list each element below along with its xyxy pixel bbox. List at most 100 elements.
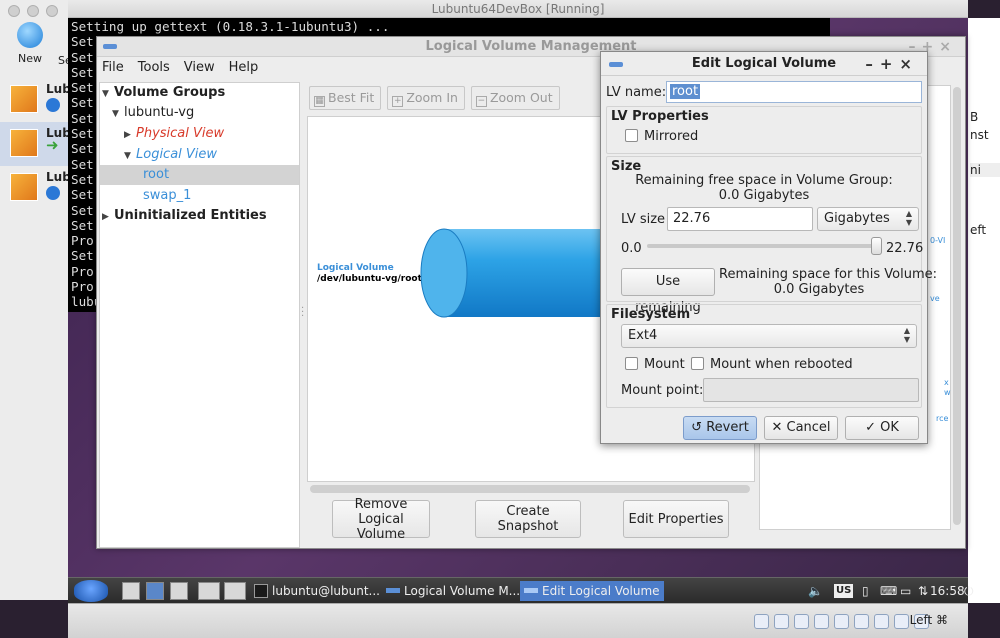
tree-logical-view[interactable]: ▼ Logical View xyxy=(124,147,217,162)
ubuntu-64-icon xyxy=(10,173,38,201)
props-text-fragment: x xyxy=(944,378,949,387)
ubuntu-64-icon xyxy=(10,85,38,113)
remove-logical-volume-button[interactable]: Remove Logical Volume xyxy=(332,497,430,542)
network-adapter-icon[interactable] xyxy=(814,614,829,629)
app-menu-icon[interactable] xyxy=(103,44,117,49)
tree-lv-root[interactable]: root xyxy=(143,167,169,182)
mount-point-input[interactable] xyxy=(703,378,919,402)
running-arrow-icon: ➜ xyxy=(46,136,59,154)
desktop-icon[interactable] xyxy=(170,582,188,600)
collapsed-arrow-icon[interactable]: ▶ xyxy=(102,212,114,222)
window-switcher-icon[interactable] xyxy=(198,582,220,600)
revert-icon: ↺ xyxy=(691,420,703,435)
size-unit-value: Gigabytes xyxy=(824,211,890,226)
ok-button[interactable]: ✓ OK xyxy=(845,416,919,440)
best-fit-icon: ▦ xyxy=(314,96,325,107)
close-icon[interactable]: × xyxy=(899,55,919,73)
taskbar-item-terminal[interactable]: lubuntu@lubunt... xyxy=(254,581,380,601)
usb-icon[interactable] xyxy=(834,614,849,629)
lv-name-label: LV name: xyxy=(606,85,667,100)
size-slider-handle[interactable] xyxy=(870,237,882,255)
minimize-window-button[interactable] xyxy=(27,5,39,17)
display-status-icon[interactable] xyxy=(874,614,889,629)
tree-uninitialized[interactable]: ▶ Uninitialized Entities xyxy=(102,208,267,223)
new-vm-button[interactable]: New xyxy=(10,22,50,65)
close-window-button[interactable] xyxy=(8,5,20,17)
mount-rebooted-checkbox[interactable] xyxy=(691,357,704,370)
mount-rebooted-checkbox-row[interactable]: Mount when rebooted xyxy=(691,357,853,372)
collapsed-arrow-icon[interactable]: ▶ xyxy=(124,130,136,140)
pane-splitter[interactable]: · · · xyxy=(301,304,304,322)
background-host-window: B nst ni eft xyxy=(968,18,1000,603)
revert-button[interactable]: ↺ Revert xyxy=(683,416,757,440)
taskbar-item-lvm[interactable]: Logical Volume M... xyxy=(386,581,520,601)
tree-selection-highlight xyxy=(100,165,299,185)
remove-lv-label: Remove Logical Volume xyxy=(354,496,408,542)
menu-file[interactable]: File xyxy=(102,57,124,79)
mount-checkbox-row[interactable]: Mount xyxy=(625,357,685,372)
best-fit-button[interactable]: ▦ Best Fit xyxy=(309,86,382,110)
filesystem-type-select[interactable]: Ext4 ▲ ▼ xyxy=(621,324,917,348)
optical-drive-icon[interactable] xyxy=(774,614,789,629)
size-unit-select[interactable]: Gigabytes ▲ ▼ xyxy=(817,207,919,231)
zoom-in-button[interactable]: + Zoom In xyxy=(387,86,465,110)
expanded-arrow-icon[interactable]: ▼ xyxy=(102,89,114,99)
clock[interactable]: 16:58 xyxy=(930,581,965,601)
tree-volume-groups[interactable]: ▼ Volume Groups xyxy=(102,85,225,100)
taskbar-item-edit-lv[interactable]: Edit Logical Volume xyxy=(520,581,664,601)
edit-logical-volume-dialog: Edit Logical Volume –+× LV name: root LV… xyxy=(600,51,937,444)
zoom-out-button[interactable]: − Zoom Out xyxy=(470,86,560,110)
tree-vg-lubuntu[interactable]: ▼ lubuntu-vg xyxy=(112,105,194,120)
audio-icon[interactable] xyxy=(794,614,809,629)
video-capture-icon[interactable] xyxy=(894,614,909,629)
cancel-button[interactable]: ✕ Cancel xyxy=(764,416,838,440)
lv-name-input[interactable]: root xyxy=(666,81,922,103)
display-icon[interactable]: ▭ xyxy=(900,581,911,601)
cancel-icon: ✕ xyxy=(771,420,783,435)
size-slider-track[interactable] xyxy=(647,244,879,248)
minimize-icon[interactable]: – xyxy=(865,55,880,73)
show-desktop-icon[interactable] xyxy=(224,582,246,600)
slider-max-label: 22.76 xyxy=(886,241,924,256)
tree-label: Volume Groups xyxy=(114,85,226,100)
keyboard-layout-indicator[interactable]: US xyxy=(834,584,854,598)
remaining-lv-text: Remaining space for this Volume: 0.0 Gig… xyxy=(719,267,937,297)
menu-help[interactable]: Help xyxy=(229,57,259,79)
host-key-indicator: Left ⌘ xyxy=(909,613,948,627)
filesystem-heading: Filesystem xyxy=(611,307,691,322)
use-remaining-button[interactable]: Use remaining xyxy=(621,268,715,315)
new-vm-label: New xyxy=(18,52,42,65)
menu-tools[interactable]: Tools xyxy=(138,57,170,79)
lv-size-input[interactable]: 22.76 xyxy=(667,207,813,231)
mirrored-checkbox[interactable] xyxy=(625,129,638,142)
close-icon[interactable]: × xyxy=(939,39,957,55)
shared-folders-icon[interactable] xyxy=(854,614,869,629)
hard-disk-icon[interactable] xyxy=(754,614,769,629)
canvas-horizontal-scrollbar[interactable] xyxy=(310,485,750,493)
expanded-arrow-icon[interactable]: ▼ xyxy=(112,109,124,119)
menu-view[interactable]: View xyxy=(184,57,215,79)
zoom-window-button[interactable] xyxy=(46,5,58,17)
maximize-icon[interactable]: + xyxy=(880,55,900,73)
expanded-arrow-icon[interactable]: ▼ xyxy=(124,151,136,161)
logout-icon[interactable]: ⏻ xyxy=(964,581,974,601)
vm-status-bar: Left ⌘ xyxy=(68,603,968,638)
tree-physical-view[interactable]: ▶ Physical View xyxy=(124,126,224,141)
mount-checkbox[interactable] xyxy=(625,357,638,370)
tree-lv-swap[interactable]: swap_1 xyxy=(143,188,191,203)
remaining-lv-line-2: 0.0 Gigabytes xyxy=(773,282,865,297)
app-menu-icon[interactable] xyxy=(609,62,623,67)
workspace-icon[interactable] xyxy=(146,582,164,600)
properties-vertical-scrollbar[interactable] xyxy=(953,87,961,525)
file-manager-icon[interactable] xyxy=(122,582,140,600)
mirrored-checkbox-row[interactable]: Mirrored xyxy=(625,129,698,144)
create-snapshot-button[interactable]: Create Snapshot xyxy=(475,500,581,538)
network-icon[interactable]: ⇅ xyxy=(918,581,928,601)
volume-icon[interactable]: 🔈 xyxy=(808,581,823,601)
edit-properties-button[interactable]: Edit Properties xyxy=(623,500,729,538)
keyboard-icon[interactable]: ⌨ xyxy=(880,581,897,601)
start-menu-icon[interactable] xyxy=(74,580,108,602)
battery-icon[interactable]: ▯ xyxy=(862,581,869,601)
vm-window-title: Lubuntu64DevBox [Running] xyxy=(68,0,968,18)
slider-min-label: 0.0 xyxy=(621,241,642,256)
